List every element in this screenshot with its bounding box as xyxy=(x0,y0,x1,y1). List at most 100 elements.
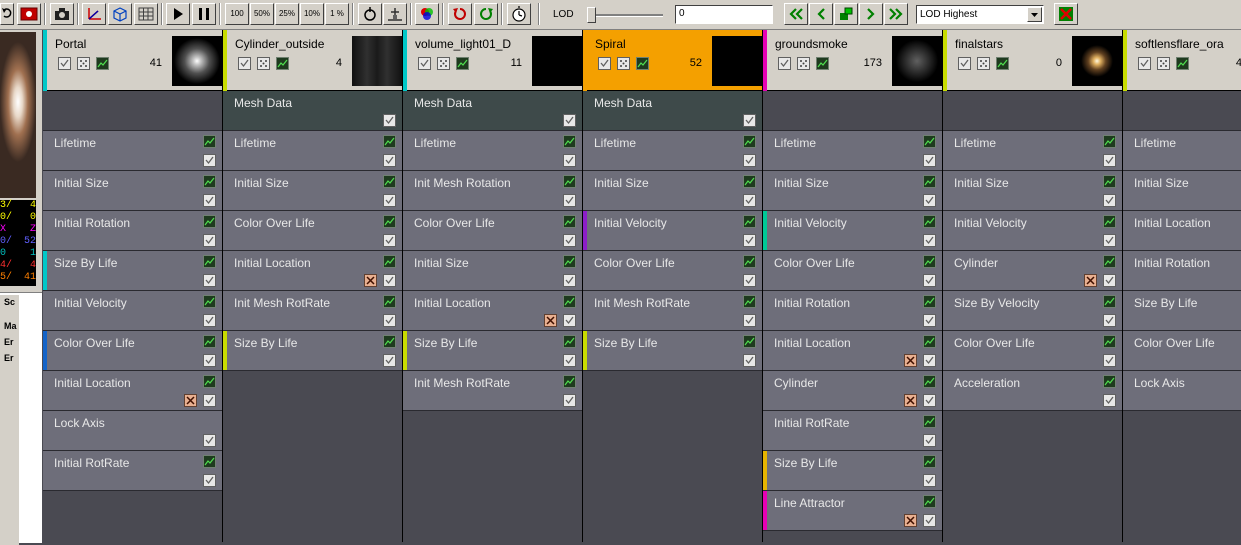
module-block[interactable]: Size By Life xyxy=(1123,291,1241,331)
curve-graph-icon[interactable] xyxy=(563,255,576,268)
module-block[interactable]: Color Over Life xyxy=(763,251,942,291)
checkbox-icon[interactable] xyxy=(383,314,396,327)
checkbox-icon[interactable] xyxy=(203,394,216,407)
lod-value-input[interactable]: 0 xyxy=(675,5,773,24)
module-block[interactable]: Color Over Life xyxy=(583,251,762,291)
curve-graph-icon[interactable] xyxy=(1103,295,1116,308)
curve-graph-icon[interactable] xyxy=(563,175,576,188)
curve-graph-icon[interactable] xyxy=(743,175,756,188)
module-block[interactable]: Initial Location xyxy=(223,251,402,291)
emitter-header[interactable]: groundsmoke 173 xyxy=(763,30,942,91)
checkbox-icon[interactable] xyxy=(743,354,756,367)
checkbox-icon[interactable] xyxy=(1103,274,1116,287)
play-icon[interactable] xyxy=(166,3,190,25)
curve-graph-icon[interactable] xyxy=(923,375,936,388)
module-block[interactable]: Size By Life xyxy=(43,251,222,291)
checkbox-icon[interactable] xyxy=(923,154,936,167)
checkbox-icon[interactable] xyxy=(1103,354,1116,367)
module-block[interactable]: Initial Size xyxy=(223,171,402,211)
lod-add-icon[interactable] xyxy=(834,3,858,25)
curve-graph-icon[interactable] xyxy=(923,255,936,268)
curve-graph-icon[interactable] xyxy=(923,495,936,508)
curve-graph-icon[interactable] xyxy=(1103,175,1116,188)
checkbox-icon[interactable] xyxy=(958,57,971,70)
module-block[interactable]: Initial Velocity xyxy=(943,211,1122,251)
checkbox-icon[interactable] xyxy=(203,434,216,447)
checkbox-icon[interactable] xyxy=(923,434,936,447)
properties-tree[interactable] xyxy=(0,295,19,545)
checkbox-icon[interactable] xyxy=(923,274,936,287)
curve-graph-icon[interactable] xyxy=(923,135,936,148)
x-icon[interactable] xyxy=(544,314,557,327)
record-icon[interactable] xyxy=(17,3,41,25)
checkbox-icon[interactable] xyxy=(1103,154,1116,167)
module-block[interactable]: Size By Life xyxy=(223,331,402,371)
curve-graph-icon[interactable] xyxy=(636,57,649,70)
checkbox-icon[interactable] xyxy=(238,57,251,70)
module-block[interactable]: Color Over Life xyxy=(403,211,582,251)
grid-icon[interactable] xyxy=(134,3,158,25)
checkbox-icon[interactable] xyxy=(598,57,611,70)
curve-graph-icon[interactable] xyxy=(1176,57,1189,70)
curve-graph-icon[interactable] xyxy=(996,57,1009,70)
checkbox-icon[interactable] xyxy=(383,114,396,127)
curve-graph-icon[interactable] xyxy=(1103,375,1116,388)
curve-graph-icon[interactable] xyxy=(563,215,576,228)
emitter-header[interactable]: softlensflare_ora 4 xyxy=(1123,30,1241,91)
x-icon[interactable] xyxy=(904,394,917,407)
checkbox-icon[interactable] xyxy=(923,514,936,527)
curve-graph-icon[interactable] xyxy=(203,215,216,228)
lod-slider[interactable] xyxy=(585,6,667,24)
checkbox-icon[interactable] xyxy=(203,474,216,487)
x-icon[interactable] xyxy=(364,274,377,287)
floor-icon[interactable] xyxy=(383,3,407,25)
module-block[interactable]: Initial Location xyxy=(403,291,582,331)
loop-icon[interactable] xyxy=(358,3,382,25)
curve-graph-icon[interactable] xyxy=(923,455,936,468)
module-block[interactable]: Lifetime xyxy=(403,131,582,171)
module-block[interactable]: Initial Velocity xyxy=(763,211,942,251)
curve-graph-icon[interactable] xyxy=(203,255,216,268)
delete-lod-icon[interactable] xyxy=(1054,3,1078,25)
checkbox-icon[interactable] xyxy=(383,194,396,207)
module-block[interactable]: Init Mesh RotRate xyxy=(403,371,582,411)
module-block[interactable]: Initial Rotation xyxy=(763,291,942,331)
module-block[interactable]: Initial Rotation xyxy=(43,211,222,251)
type-data-module[interactable]: Mesh Data xyxy=(583,91,762,131)
pause-icon[interactable] xyxy=(192,3,216,25)
module-block[interactable]: Initial Size xyxy=(583,171,762,211)
speed-25-button[interactable]: 25% xyxy=(275,3,299,25)
camera-icon[interactable] xyxy=(50,3,74,25)
checkbox-icon[interactable] xyxy=(383,354,396,367)
module-block[interactable]: Size By Velocity xyxy=(943,291,1122,331)
curve-graph-icon[interactable] xyxy=(743,295,756,308)
dots-icon[interactable] xyxy=(977,57,990,70)
checkbox-icon[interactable] xyxy=(1103,234,1116,247)
module-block[interactable]: Color Over Life xyxy=(1123,331,1241,371)
curve-graph-icon[interactable] xyxy=(383,255,396,268)
lod-level-select[interactable]: LOD Highest xyxy=(916,5,1044,24)
curve-graph-icon[interactable] xyxy=(563,375,576,388)
checkbox-icon[interactable] xyxy=(923,194,936,207)
curve-graph-icon[interactable] xyxy=(743,215,756,228)
checkbox-icon[interactable] xyxy=(923,354,936,367)
checkbox-icon[interactable] xyxy=(563,394,576,407)
module-block[interactable]: Lifetime xyxy=(43,131,222,171)
curve-graph-icon[interactable] xyxy=(383,215,396,228)
lod-prev-icon[interactable] xyxy=(809,3,833,25)
module-block[interactable]: Init Mesh RotRate xyxy=(223,291,402,331)
emitter-header[interactable]: Cylinder_outside 4 xyxy=(223,30,402,91)
dots-icon[interactable] xyxy=(437,57,450,70)
curve-graph-icon[interactable] xyxy=(383,295,396,308)
checkbox-icon[interactable] xyxy=(1103,314,1116,327)
checkbox-icon[interactable] xyxy=(58,57,71,70)
lod-next-icon[interactable] xyxy=(859,3,883,25)
checkbox-icon[interactable] xyxy=(743,154,756,167)
emitter-header[interactable]: Portal 41 xyxy=(43,30,222,91)
checkbox-icon[interactable] xyxy=(743,234,756,247)
checkbox-icon[interactable] xyxy=(923,234,936,247)
module-block[interactable]: Lifetime xyxy=(223,131,402,171)
x-icon[interactable] xyxy=(904,354,917,367)
emitter-header[interactable]: Spiral 52 xyxy=(583,30,762,91)
module-block[interactable]: Size By Life xyxy=(763,451,942,491)
